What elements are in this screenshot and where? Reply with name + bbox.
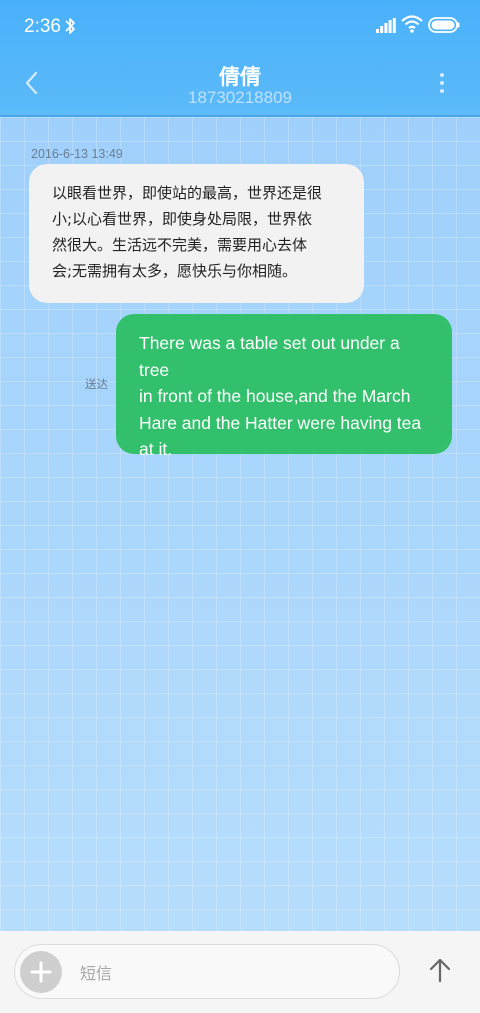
status-bar: 2:36 — [0, 0, 480, 54]
message-line: 会;无需拥有太多，愿快乐与你相随。 — [52, 262, 298, 280]
message-line: Hare and the Hatter were having tea — [139, 412, 422, 433]
message-timestamp: 2016-6-13 13:49 — [31, 147, 123, 161]
plus-icon — [30, 961, 52, 983]
message-line: 以眼看世界，即使站的最高，世界还是很 — [52, 184, 323, 202]
more-icon[interactable] — [434, 71, 450, 97]
attach-button[interactable] — [20, 951, 62, 993]
bluetooth-icon — [65, 18, 75, 34]
message-line: in front of the house,and the March — [139, 386, 411, 406]
battery-icon — [428, 17, 460, 33]
message-line: 然很大。生活远不完美，需要用心去体 — [52, 236, 308, 254]
send-arrow-icon[interactable] — [428, 957, 452, 983]
signal-icon — [376, 18, 396, 33]
contact-name: 倩倩 — [219, 65, 261, 89]
status-time: 2:36 — [24, 16, 61, 37]
contact-number: 18730218809 — [187, 88, 292, 107]
message-line: There was a table set out under a tree — [139, 333, 400, 380]
wifi-icon — [401, 15, 423, 33]
app-header: 2:36 倩倩 18730218809 — [0, 0, 480, 117]
message-line: 小;以心看世界，即使身处局限，世界依 — [52, 210, 313, 228]
outgoing-message-bubble[interactable]: There was a table set out under a tree i… — [116, 314, 452, 459]
sms-input[interactable] — [80, 960, 380, 986]
delivery-status: 送达 — [85, 377, 108, 391]
incoming-message-bubble[interactable]: 以眼看世界，即使站的最高，世界还是很 小;以心看世界，即使身处局限，世界依 然很… — [29, 164, 364, 303]
message-line: at it. — [139, 439, 173, 459]
